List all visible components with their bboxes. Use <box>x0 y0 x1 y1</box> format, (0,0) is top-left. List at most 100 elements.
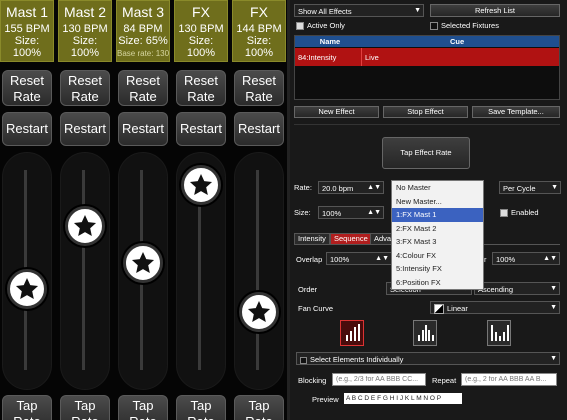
reset-rate-button[interactable]: Reset Rate <box>118 70 168 106</box>
size-value: 100% <box>322 209 342 218</box>
repeat-input[interactable] <box>461 373 557 386</box>
restart-button[interactable]: Restart <box>118 112 168 146</box>
wings-label: r <box>484 255 487 264</box>
reset-rate-button[interactable]: Reset Rate <box>176 70 226 106</box>
chevron-down-icon: ▼ <box>551 184 558 191</box>
stepper-icon: ▲▼ <box>367 209 381 216</box>
master-header[interactable]: Mast 3 84 BPM Size: 65% Base rate: 130 <box>116 0 170 62</box>
master-column: FX 144 BPMSize: 100% Base rate: 130 Reset R… <box>232 0 286 420</box>
stepper-icon: ▲▼ <box>367 184 381 191</box>
tab-sequence[interactable]: Sequence <box>330 233 372 245</box>
fan-curve-value: Linear <box>447 304 468 313</box>
master-size: Size: 100% <box>70 35 100 59</box>
checkbox-icon <box>300 356 307 364</box>
rate-field[interactable]: 20.0 bpm ▲▼ <box>318 181 384 194</box>
master-menu-item[interactable]: 3:FX Mast 3 <box>392 235 483 249</box>
master-header[interactable]: Mast 2 130 BPMSize: 100% Base rate: 130 <box>58 0 112 62</box>
select-elements-dropdown[interactable]: Select Elements Individually ▼ <box>296 352 560 365</box>
restart-button[interactable]: Restart <box>60 112 110 146</box>
rate-label: Rate: <box>294 183 312 192</box>
fan-ramp-button[interactable] <box>340 320 364 346</box>
master-bpm: 155 BPM <box>4 23 50 35</box>
selected-fixtures-checkbox[interactable]: Selected Fixtures <box>430 21 499 31</box>
master-base-rate: Base rate: 130 <box>233 61 285 62</box>
master-dropdown-menu: No Master New Master... 1:FX Mast 1 2:FX Ma… <box>391 180 484 290</box>
fader-track[interactable] <box>60 152 110 390</box>
master-header[interactable]: FX 144 BPMSize: 100% Base rate: 130 <box>232 0 286 62</box>
fader-knob[interactable] <box>7 268 47 309</box>
repeat-label: Repeat <box>432 376 457 385</box>
effect-filter-select[interactable]: Show All Effects ▼ <box>294 4 424 17</box>
chevron-down-icon: ▼ <box>550 355 557 362</box>
checkbox-checked-icon <box>296 22 304 31</box>
master-column: FX 130 BPMSize: 100% Base rate: 130 Reset R… <box>174 0 228 420</box>
overlap-label: Overlap <box>296 255 323 264</box>
master-column: Mast 1 155 BPMSize: 100% Base rate: 130 Res… <box>0 0 54 420</box>
checkbox-icon <box>430 22 438 31</box>
master-menu-item[interactable]: No Master <box>392 181 483 195</box>
master-column: Mast 3 84 BPM Size: 65% Base rate: 130 Reset… <box>116 0 170 420</box>
enabled-checkbox[interactable]: Enabled <box>500 208 539 218</box>
size-label: Size: <box>294 208 311 217</box>
per-cycle-select[interactable]: Per Cycle ▼ <box>499 181 561 194</box>
reset-rate-button[interactable]: Reset Rate <box>234 70 284 106</box>
wings-field[interactable]: 100% ▲▼ <box>492 252 560 265</box>
master-menu-item[interactable]: 5:Intensity FX <box>392 262 483 276</box>
fader-knob[interactable] <box>123 243 163 284</box>
master-header[interactable]: FX 130 BPMSize: 100% Base rate: 130 <box>174 0 228 62</box>
master-menu-item[interactable]: 6:Position FX <box>392 276 483 290</box>
effect-filter-value: Show All Effects <box>298 7 352 16</box>
master-header[interactable]: Mast 1 155 BPMSize: 100% Base rate: 130 <box>0 0 54 62</box>
fader-knob[interactable] <box>65 205 105 246</box>
row-name-cell: 84:Intensity <box>298 53 337 62</box>
table-row[interactable]: 84:Intensity Live <box>295 48 559 66</box>
tap-rate-button[interactable]: Tap Rate <box>234 395 284 420</box>
restart-button[interactable]: Restart <box>2 112 52 146</box>
tap-rate-button[interactable]: Tap Rate <box>2 395 52 420</box>
blocking-input[interactable] <box>332 373 426 386</box>
rate-value: 20.0 bpm <box>322 184 354 193</box>
fan-curve-select[interactable]: Linear ▼ <box>430 301 560 315</box>
master-size: Size: 100% <box>186 35 216 59</box>
save-template-button[interactable]: Save Template... <box>472 106 560 118</box>
direction-select[interactable]: Ascending ▼ <box>474 282 560 295</box>
new-effect-button[interactable]: New Effect <box>294 106 379 118</box>
master-column: Mast 2 130 BPMSize: 100% Base rate: 130 Res… <box>58 0 112 420</box>
restart-button[interactable]: Restart <box>176 112 226 146</box>
tap-effect-rate-button[interactable]: Tap Effect Rate <box>382 137 470 169</box>
size-field[interactable]: 100% ▲▼ <box>318 206 384 219</box>
enabled-label: Enabled <box>511 208 539 217</box>
master-menu-item[interactable]: 1:FX Mast 1 <box>392 208 483 222</box>
master-menu-item[interactable]: 2:FX Mast 2 <box>392 222 483 236</box>
master-bpm: 144 BPM <box>236 23 282 35</box>
fan-outer-button[interactable] <box>487 320 511 346</box>
fan-center-button[interactable] <box>413 320 437 346</box>
master-base-rate: Base rate: 130 <box>59 61 111 62</box>
fader-track[interactable] <box>234 152 284 390</box>
stop-effect-button[interactable]: Stop Effect <box>383 106 468 118</box>
master-base-rate: Base rate: 130 <box>175 61 227 62</box>
tab-intensity[interactable]: Intensity <box>294 233 330 245</box>
reset-rate-button[interactable]: Reset Rate <box>60 70 110 106</box>
column-name-header: Name <box>319 37 341 46</box>
checkbox-checked-icon <box>500 209 508 218</box>
row-cue-cell: Live <box>365 53 379 62</box>
per-cycle-value: Per Cycle <box>503 184 536 193</box>
chevron-down-icon: ▼ <box>550 285 557 292</box>
tap-rate-button[interactable]: Tap Rate <box>118 395 168 420</box>
stepper-icon: ▲▼ <box>375 255 389 262</box>
restart-button[interactable]: Restart <box>234 112 284 146</box>
reset-rate-button[interactable]: Reset Rate <box>2 70 52 106</box>
master-title: Mast 2 <box>63 4 106 20</box>
tap-rate-button[interactable]: Tap Rate <box>60 395 110 420</box>
fader-knob[interactable] <box>239 292 279 333</box>
refresh-list-button[interactable]: Refresh List <box>430 4 560 17</box>
master-size: Size: 100% <box>12 35 42 59</box>
master-menu-item[interactable]: New Master... <box>392 195 483 209</box>
overlap-field[interactable]: 100% ▲▼ <box>326 252 392 265</box>
master-menu-item[interactable]: 4:Colour FX <box>392 249 483 263</box>
active-only-checkbox[interactable]: Active Only <box>296 21 345 31</box>
fader-knob[interactable] <box>181 164 221 205</box>
fader-groove <box>256 170 259 370</box>
tap-rate-button[interactable]: Tap Rate <box>176 395 226 420</box>
